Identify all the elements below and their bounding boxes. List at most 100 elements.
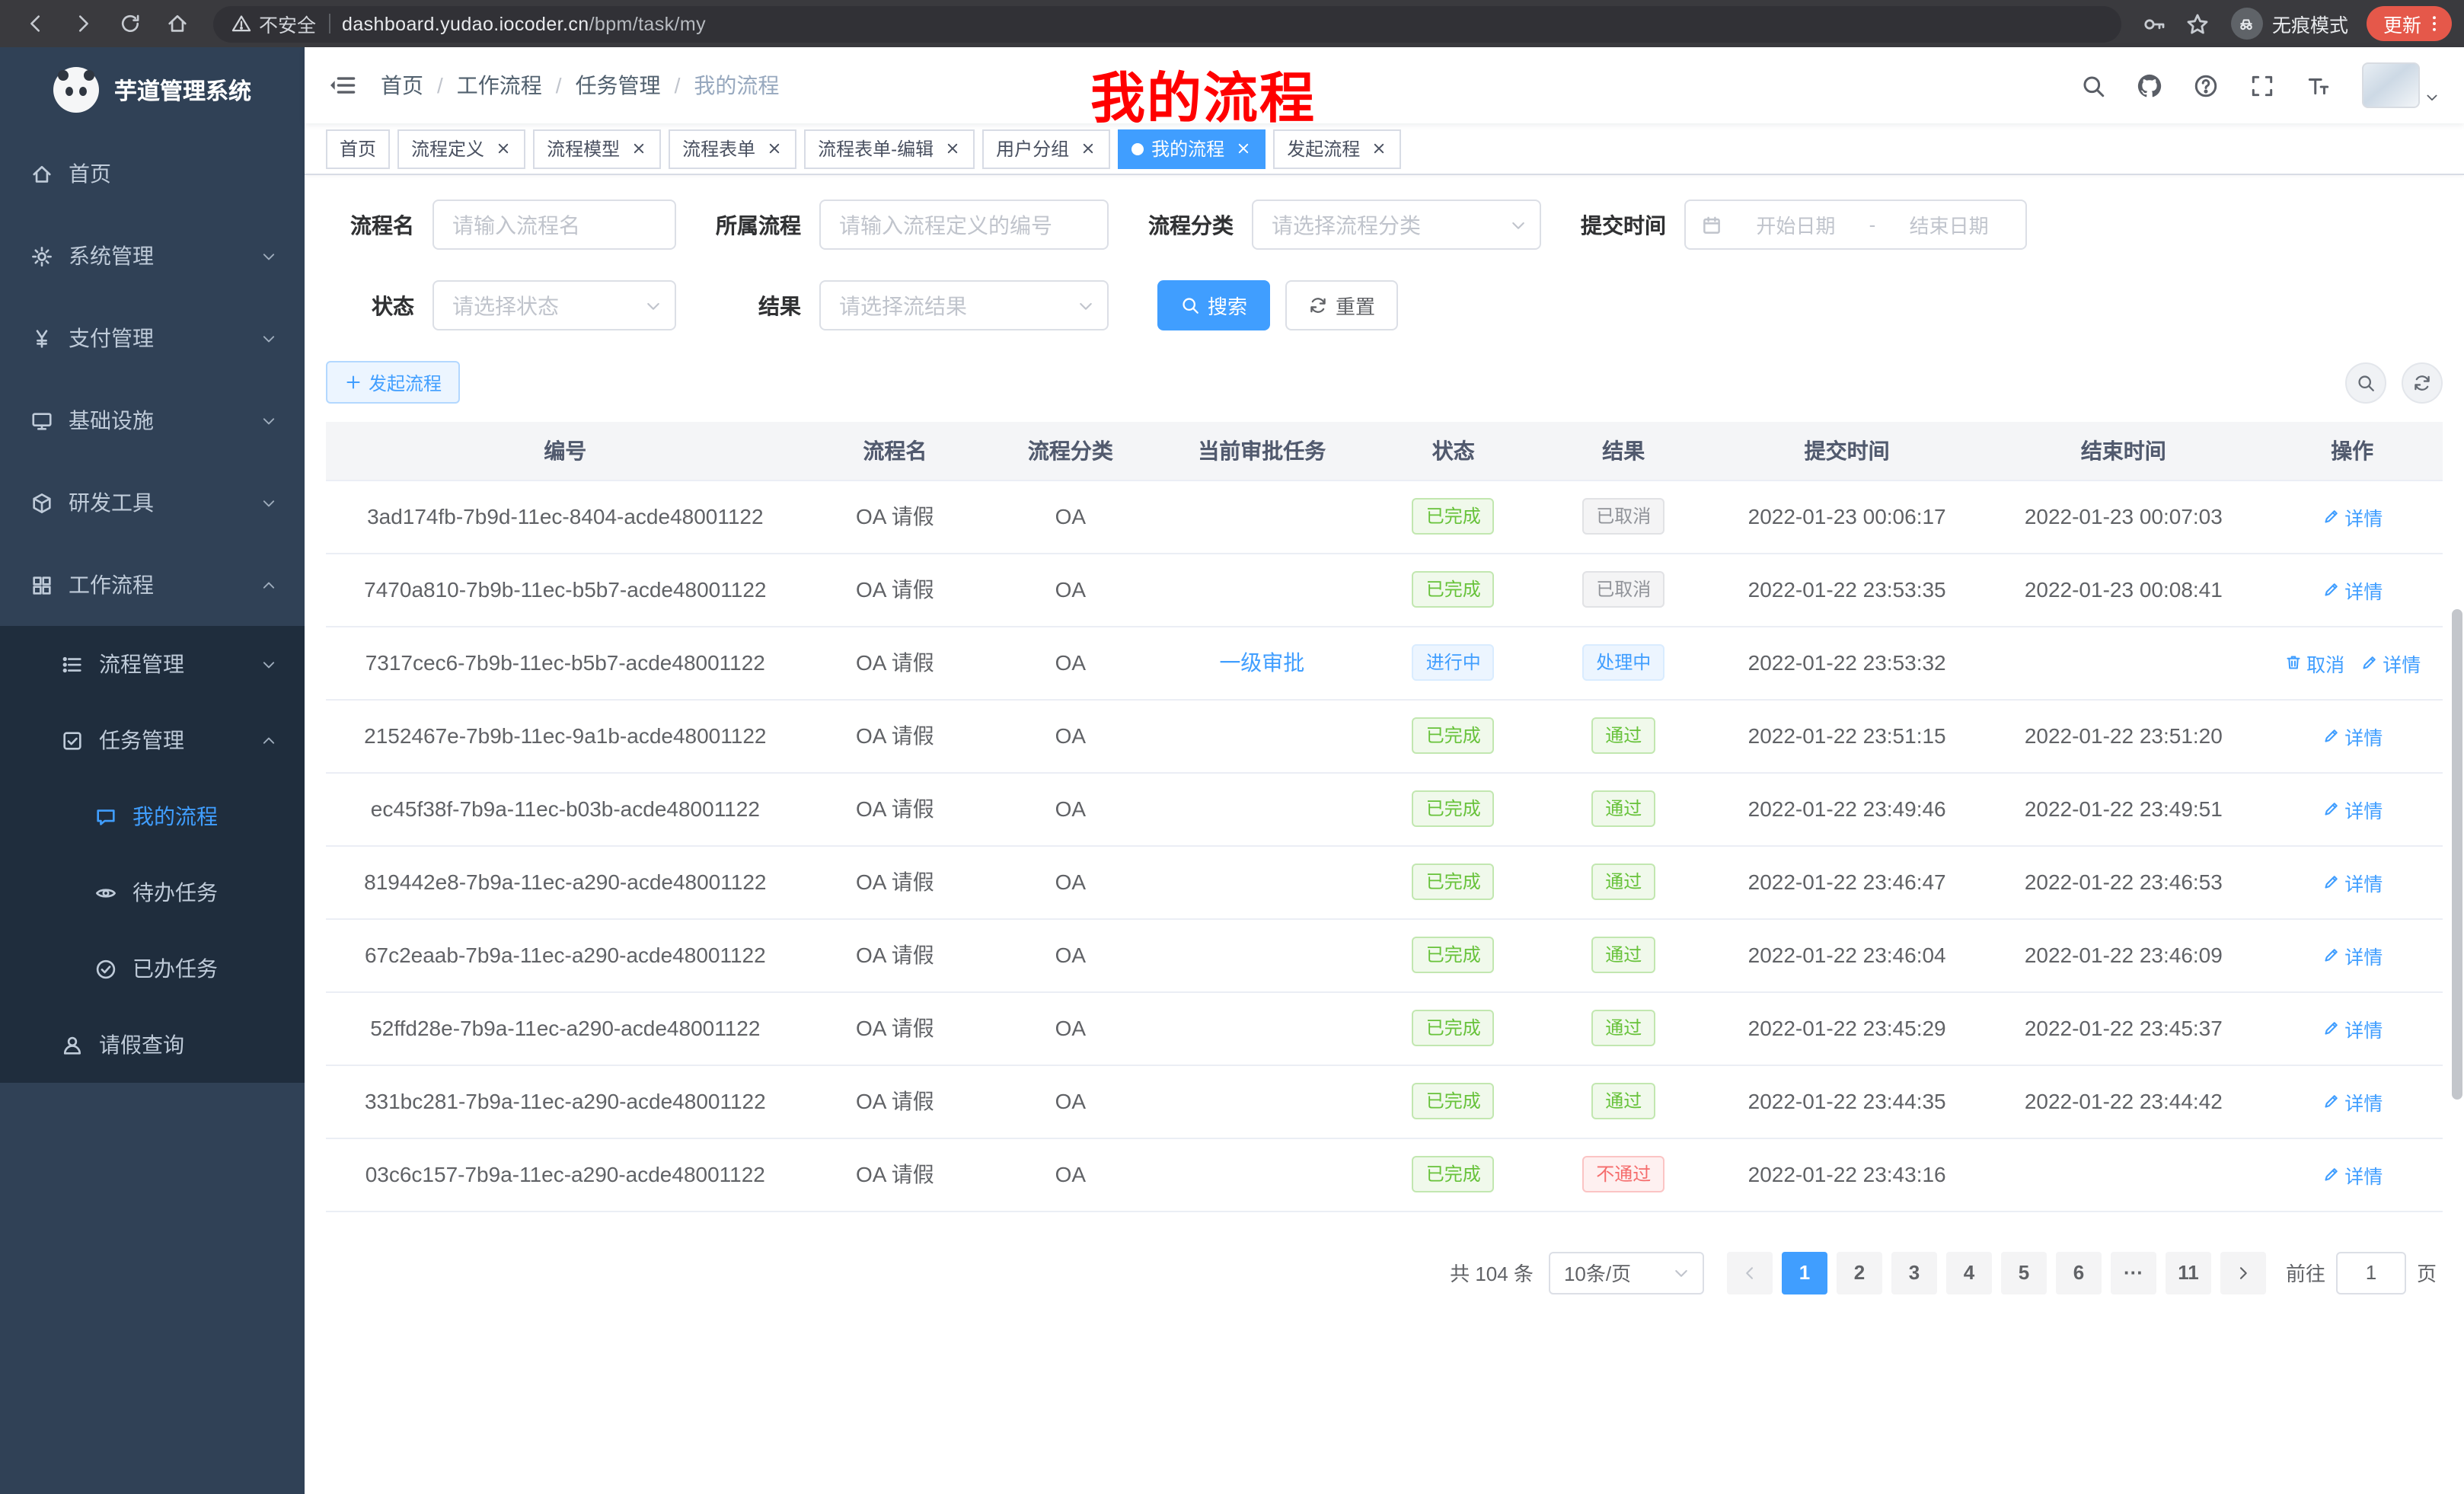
tab-label: 用户分组 — [996, 136, 1069, 161]
screen: 不安全 dashboard.yudao.iocoder.cn/bpm/task/… — [0, 0, 2464, 1494]
fullscreen-icon[interactable] — [2249, 72, 2275, 98]
forward-icon[interactable] — [64, 5, 102, 43]
reset-button[interactable]: 重置 — [1285, 280, 1398, 330]
github-icon[interactable] — [2137, 72, 2162, 98]
sidebar-item-infrastructure[interactable]: 基础设施 — [0, 379, 305, 461]
browser-menu-icon[interactable] — [2424, 14, 2444, 34]
detail-link[interactable]: 详情 — [2322, 794, 2383, 823]
sidebar-item-payment-management[interactable]: 支付管理 — [0, 297, 305, 379]
tab-process-form[interactable]: 流程表单 — [669, 129, 796, 168]
hamburger-icon[interactable] — [329, 72, 356, 99]
tab-start-process[interactable]: 发起流程 — [1273, 129, 1401, 168]
sidebar-item-done-tasks[interactable]: 已办任务 — [0, 931, 305, 1007]
page-button[interactable]: 1 — [1782, 1251, 1827, 1294]
cell-id: 52ffd28e-7b9a-11ec-a290-acde48001122 — [326, 991, 805, 1065]
sidebar-item-todo-tasks[interactable]: 待办任务 — [0, 854, 305, 931]
breadcrumb-item[interactable]: 任务管理 — [576, 70, 661, 101]
detail-link[interactable]: 详情 — [2322, 1087, 2383, 1116]
process-name-label: 流程名 — [326, 209, 414, 240]
submit-time-range-picker[interactable]: 开始日期 - 结束日期 — [1684, 200, 2027, 250]
page-size-select[interactable]: 10条/页 — [1549, 1251, 1704, 1294]
close-icon[interactable] — [630, 140, 647, 157]
detail-link[interactable]: 详情 — [2322, 721, 2383, 750]
close-icon[interactable] — [1235, 140, 1252, 157]
sidebar-item-dev-tools[interactable]: 研发工具 — [0, 461, 305, 544]
scrollbar-thumb[interactable] — [2452, 609, 2462, 1100]
detail-link[interactable]: 详情 — [2322, 1160, 2383, 1189]
close-icon[interactable] — [1080, 140, 1096, 157]
back-icon[interactable] — [17, 5, 55, 43]
search-button[interactable]: 搜索 — [1157, 280, 1270, 330]
browser-home-icon[interactable] — [158, 5, 196, 43]
breadcrumb-item[interactable]: 首页 — [381, 70, 423, 101]
font-size-icon[interactable] — [2306, 72, 2332, 98]
prev-page-button[interactable] — [1727, 1251, 1773, 1294]
goto-page: 前往 页 — [2286, 1251, 2437, 1294]
tab-process-definition[interactable]: 流程定义 — [397, 129, 525, 168]
cell-current-task — [1156, 991, 1368, 1065]
process-name-input[interactable] — [432, 200, 676, 250]
page-button[interactable]: 6 — [2056, 1251, 2102, 1294]
close-icon[interactable] — [766, 140, 783, 157]
process-definition-input[interactable] — [819, 200, 1109, 250]
detail-link[interactable]: 详情 — [2322, 940, 2383, 969]
security-chip[interactable]: 不安全 — [231, 9, 316, 38]
close-icon[interactable] — [1371, 140, 1387, 157]
search-icon[interactable] — [2080, 72, 2106, 98]
tab-process-form-edit[interactable]: 流程表单-编辑 — [804, 129, 975, 168]
detail-link[interactable]: 详情 — [2360, 648, 2421, 677]
result-tag: 通过 — [1591, 790, 1655, 827]
cell-actions: 详情 — [2261, 553, 2443, 626]
tab-user-group[interactable]: 用户分组 — [982, 129, 1110, 168]
cancel-link[interactable]: 取消 — [2284, 648, 2344, 677]
sidebar-item-system-management[interactable]: 系统管理 — [0, 215, 305, 297]
goto-page-input[interactable] — [2336, 1251, 2406, 1294]
sidebar-item-leave-query[interactable]: 请假查询 — [0, 1007, 305, 1083]
sidebar-item-task-management[interactable]: 任务管理 — [0, 702, 305, 778]
sidebar-item-label: 待办任务 — [132, 877, 218, 908]
detail-link[interactable]: 详情 — [2322, 502, 2383, 531]
sidebar-item-process-management[interactable]: 流程管理 — [0, 626, 305, 702]
close-icon[interactable] — [495, 140, 512, 157]
chevron-down-icon — [1077, 296, 1095, 314]
user-menu[interactable] — [2362, 62, 2440, 108]
current-task-link[interactable]: 一级审批 — [1219, 650, 1304, 675]
page-button[interactable]: 2 — [1837, 1251, 1882, 1294]
help-icon[interactable] — [2193, 72, 2219, 98]
password-key-icon[interactable] — [2143, 11, 2167, 36]
pager-ellipsis[interactable]: ··· — [2111, 1251, 2156, 1294]
detail-link[interactable]: 详情 — [2322, 1014, 2383, 1042]
breadcrumb-item[interactable]: 工作流程 — [457, 70, 542, 101]
refresh-table-button[interactable] — [2402, 362, 2443, 403]
app-logo[interactable]: 芋道管理系统 — [0, 47, 305, 132]
cell-id: 7470a810-7b9b-11ec-b5b7-acde48001122 — [326, 553, 805, 626]
update-button[interactable]: 更新 — [2367, 6, 2452, 41]
tab-home[interactable]: 首页 — [326, 129, 390, 168]
tab-my-process[interactable]: 我的流程 — [1118, 129, 1266, 168]
page-button[interactable]: 5 — [2001, 1251, 2047, 1294]
sidebar-item-workflow[interactable]: 工作流程 — [0, 544, 305, 626]
tab-process-model[interactable]: 流程模型 — [533, 129, 661, 168]
reload-icon[interactable] — [111, 5, 149, 43]
close-icon[interactable] — [944, 140, 961, 157]
next-page-button[interactable] — [2220, 1251, 2266, 1294]
category-select[interactable] — [1252, 200, 1541, 250]
result-select[interactable] — [819, 280, 1109, 330]
page-button[interactable]: 3 — [1891, 1251, 1937, 1294]
detail-link[interactable]: 详情 — [2322, 867, 2383, 896]
page-button[interactable]: 4 — [1946, 1251, 1992, 1294]
cell-status: 已完成 — [1368, 553, 1539, 626]
bookmark-star-icon[interactable] — [2185, 11, 2210, 36]
address-bar[interactable]: 不安全 dashboard.yudao.iocoder.cn/bpm/task/… — [213, 5, 2121, 42]
toggle-search-button[interactable] — [2345, 362, 2386, 403]
page-button[interactable]: 11 — [2166, 1251, 2211, 1294]
page-content: 流程名 所属流程 流程分类 提交 — [305, 175, 2464, 1494]
sidebar-item-my-process[interactable]: 我的流程 — [0, 778, 305, 854]
cell-result: 处理中 — [1539, 626, 1709, 699]
col-current-task: 当前审批任务 — [1156, 422, 1368, 480]
start-process-button[interactable]: 发起流程 — [326, 361, 460, 404]
status-select[interactable] — [432, 280, 676, 330]
sidebar-item-home[interactable]: 首页 — [0, 132, 305, 215]
browser-toolbar: 不安全 dashboard.yudao.iocoder.cn/bpm/task/… — [0, 0, 2464, 47]
detail-link[interactable]: 详情 — [2322, 575, 2383, 604]
